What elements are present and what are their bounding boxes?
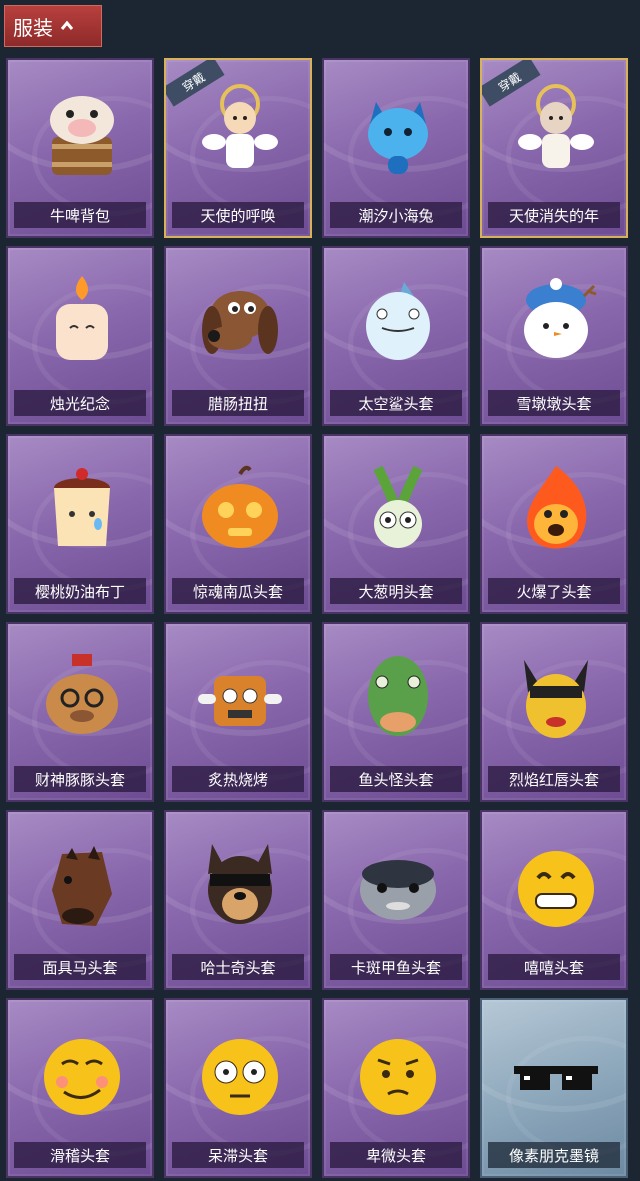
costume-card[interactable]: 大葱明头套 xyxy=(322,434,470,614)
cow-barrel-costume-icon xyxy=(50,96,114,175)
costume-name: 腊肠扭扭 xyxy=(172,390,304,416)
smirk-costume-icon xyxy=(44,1039,120,1115)
angel-boy-costume-icon xyxy=(202,84,278,168)
pixel-glasses-costume-icon xyxy=(514,1066,598,1090)
costume-name: 樱桃奶油布丁 xyxy=(14,578,146,604)
costume-name: 财神豚豚头套 xyxy=(14,766,146,792)
costume-name: 牛啤背包 xyxy=(14,202,146,228)
fish-man-costume-icon xyxy=(368,656,428,736)
costume-card[interactable]: 像素朋克墨镜 xyxy=(480,998,628,1178)
costume-card[interactable]: 卡斑甲鱼头套 xyxy=(322,810,470,990)
horse-costume-icon xyxy=(52,846,112,926)
costume-tab-label: 服装 xyxy=(13,15,53,40)
costume-name: 雪墩墩头套 xyxy=(488,390,620,416)
angel-girl-costume-icon xyxy=(518,84,594,168)
costume-card[interactable]: 财神豚豚头套 xyxy=(6,622,154,802)
costume-name: 烛光纪念 xyxy=(14,390,146,416)
shy-costume-icon xyxy=(360,1039,436,1115)
shark-costume-icon xyxy=(366,282,430,360)
fire-costume-icon xyxy=(527,466,587,549)
costume-name: 卡斑甲鱼头套 xyxy=(330,954,462,980)
costume-name: 哈士奇头套 xyxy=(172,954,304,980)
costume-card[interactable]: 哈士奇头套 xyxy=(164,810,312,990)
costume-card[interactable]: 太空鲨头套 xyxy=(322,246,470,426)
costume-card[interactable]: 卑微头套 xyxy=(322,998,470,1178)
costume-name: 滑稽头套 xyxy=(14,1142,146,1168)
bbq-costume-icon xyxy=(198,676,282,726)
costume-tab-toggle[interactable]: 服装 xyxy=(4,5,102,47)
dog-brown-costume-icon xyxy=(202,291,278,354)
costume-card[interactable]: 炙热烧烤 xyxy=(164,622,312,802)
candle-costume-icon xyxy=(56,276,108,360)
fish-gray-costume-icon xyxy=(360,860,436,920)
costume-card[interactable]: 惊魂南瓜头套 xyxy=(164,434,312,614)
costume-card[interactable]: 樱桃奶油布丁 xyxy=(6,434,154,614)
scallion-costume-icon xyxy=(373,465,423,548)
costume-card[interactable]: 雪墩墩头套 xyxy=(480,246,628,426)
snowman-costume-icon xyxy=(524,278,597,358)
costume-card[interactable]: 烛光纪念 xyxy=(6,246,154,426)
costume-name: 天使的呼唤 xyxy=(172,202,304,228)
costume-name: 惊魂南瓜头套 xyxy=(172,578,304,604)
yellow-mouse-costume-icon xyxy=(524,660,588,738)
costume-name: 嘻嘻头套 xyxy=(488,954,620,980)
costume-name: 呆滞头套 xyxy=(172,1142,304,1168)
costume-card[interactable]: 呆滞头套 xyxy=(164,998,312,1178)
costume-name: 太空鲨头套 xyxy=(330,390,462,416)
costume-card[interactable]: 腊肠扭扭 xyxy=(164,246,312,426)
costume-name: 天使消失的年 xyxy=(488,202,620,228)
costume-name: 面具马头套 xyxy=(14,954,146,980)
costume-name: 炙热烧烤 xyxy=(172,766,304,792)
costume-name: 火爆了头套 xyxy=(488,578,620,604)
capybara-costume-icon xyxy=(46,654,118,734)
chevron-up-icon xyxy=(60,20,74,30)
costume-card[interactable]: 火爆了头套 xyxy=(480,434,628,614)
blue-rabbit-costume-icon xyxy=(368,102,428,174)
costume-card[interactable]: 穿戴 天使消失的年 xyxy=(480,58,628,238)
costume-card[interactable]: 滑稽头套 xyxy=(6,998,154,1178)
costume-card[interactable]: 牛啤背包 xyxy=(6,58,154,238)
stare-costume-icon xyxy=(202,1039,278,1115)
costume-name: 潮汐小海兔 xyxy=(330,202,462,228)
costume-name: 大葱明头套 xyxy=(330,578,462,604)
husky-costume-icon xyxy=(208,844,272,924)
costume-name: 烈焰红唇头套 xyxy=(488,766,620,792)
costume-card[interactable]: 潮汐小海兔 xyxy=(322,58,470,238)
costume-name: 鱼头怪头套 xyxy=(330,766,462,792)
pudding-costume-icon xyxy=(54,468,110,546)
costume-card[interactable]: 穿戴 天使的呼唤 xyxy=(164,58,312,238)
grin-costume-icon xyxy=(518,851,594,927)
pumpkin-costume-icon xyxy=(202,465,278,548)
costume-card[interactable]: 烈焰红唇头套 xyxy=(480,622,628,802)
costume-name: 像素朋克墨镜 xyxy=(488,1142,620,1168)
costume-card[interactable]: 嘻嘻头套 xyxy=(480,810,628,990)
costume-name: 卑微头套 xyxy=(330,1142,462,1168)
costume-grid: 牛啤背包 穿戴 天使的呼唤 潮汐小海兔 穿戴 天使消失的年烛光纪念 腊肠扭扭 太空鲨头套 雪墩墩… xyxy=(6,58,628,1178)
costume-card[interactable]: 鱼头怪头套 xyxy=(322,622,470,802)
costume-card[interactable]: 面具马头套 xyxy=(6,810,154,990)
